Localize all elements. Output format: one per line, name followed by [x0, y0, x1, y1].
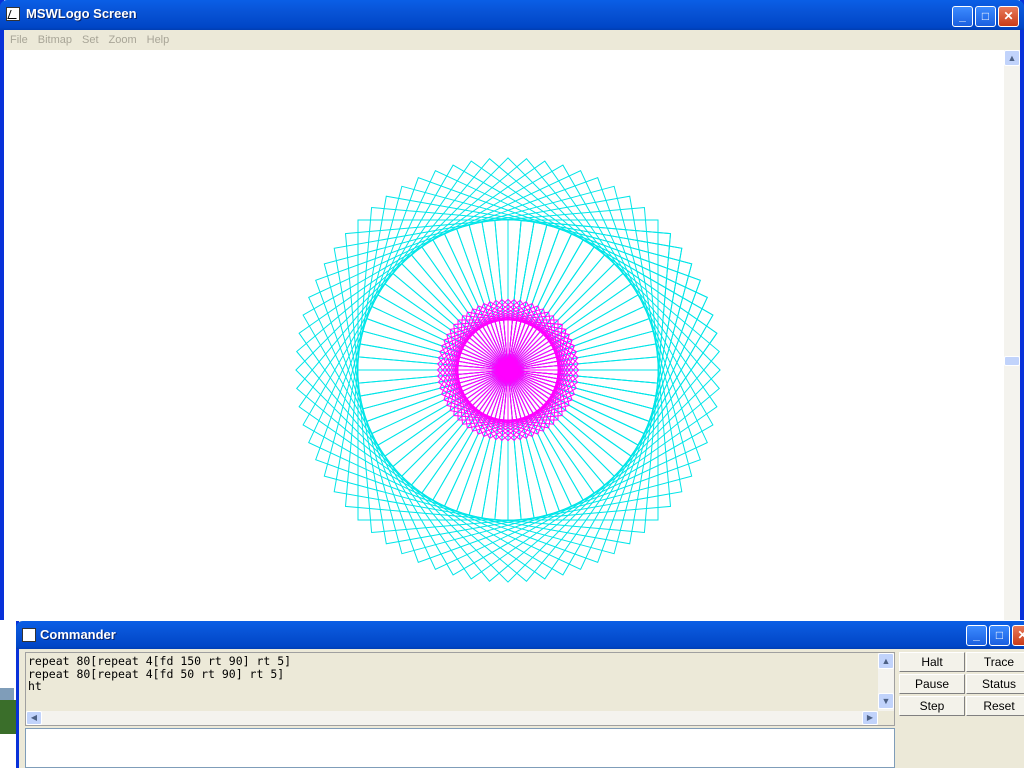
trace-button[interactable]: Trace [966, 652, 1024, 672]
status-button[interactable]: Status [966, 674, 1024, 694]
commander-maximize-button[interactable]: □ [989, 625, 1010, 646]
history-vertical-scrollbar[interactable]: ▲ ▼ [878, 653, 894, 711]
history-scroll-left-icon[interactable]: ◀ [26, 711, 42, 725]
commander-close-button[interactable]: ✕ [1012, 625, 1024, 646]
history-line[interactable]: repeat 80[repeat 4[fd 150 rt 90] rt 5] [28, 655, 291, 668]
history-scroll-up-icon[interactable]: ▲ [878, 653, 894, 669]
history-lines: repeat 80[repeat 4[fd 150 rt 90] rt 5] re… [28, 655, 291, 693]
close-button[interactable]: ✕ [998, 6, 1019, 27]
commander-minimize-button[interactable]: _ [966, 625, 987, 646]
scroll-up-arrow-icon[interactable]: ▲ [1004, 50, 1020, 66]
history-scroll-right-icon[interactable]: ▶ [862, 711, 878, 725]
menu-file[interactable]: File [5, 31, 33, 46]
commander-title: Commander [40, 627, 116, 642]
main-titlebar[interactable]: MSWLogo Screen _ □ ✕ [0, 0, 1024, 30]
logo-app-icon [6, 7, 20, 21]
reset-button[interactable]: Reset [966, 696, 1024, 716]
pause-button[interactable]: Pause [899, 674, 965, 694]
turtle-canvas[interactable] [4, 50, 1004, 620]
main-window-title: MSWLogo Screen [26, 6, 137, 21]
step-button[interactable]: Step [899, 696, 965, 716]
menu-set[interactable]: Set [77, 31, 104, 46]
turtle-drawing [295, 157, 721, 583]
commander-titlebar[interactable]: Commander _ □ ✕ [16, 621, 1024, 649]
canvas-scroll-thumb[interactable] [1004, 356, 1020, 366]
history-line[interactable]: ht [28, 680, 291, 693]
main-menubar: File Bitmap Set Zoom Help [4, 30, 1020, 50]
history-scroll-down-icon[interactable]: ▼ [878, 693, 894, 709]
commander-window: Commander _ □ ✕ repeat 80[repeat 4[fd 15… [16, 621, 1024, 768]
command-input[interactable] [25, 728, 895, 768]
command-history-list[interactable]: repeat 80[repeat 4[fd 150 rt 90] rt 5] re… [25, 652, 895, 726]
mswlogo-screen-window: MSWLogo Screen _ □ ✕ File Bitmap Set Zoom He… [0, 0, 1024, 620]
commander-app-icon [22, 628, 36, 642]
history-horizontal-scrollbar[interactable]: ◀ ▶ [26, 711, 878, 725]
halt-button[interactable]: Halt [899, 652, 965, 672]
menu-help[interactable]: Help [142, 31, 175, 46]
maximize-button[interactable]: □ [975, 6, 996, 27]
menu-zoom[interactable]: Zoom [104, 31, 142, 46]
menu-bitmap[interactable]: Bitmap [33, 31, 77, 46]
canvas-vertical-scrollbar[interactable]: ▲ [1004, 50, 1020, 620]
minimize-button[interactable]: _ [952, 6, 973, 27]
history-line[interactable]: repeat 80[repeat 4[fd 50 rt 90] rt 5] [28, 667, 291, 681]
